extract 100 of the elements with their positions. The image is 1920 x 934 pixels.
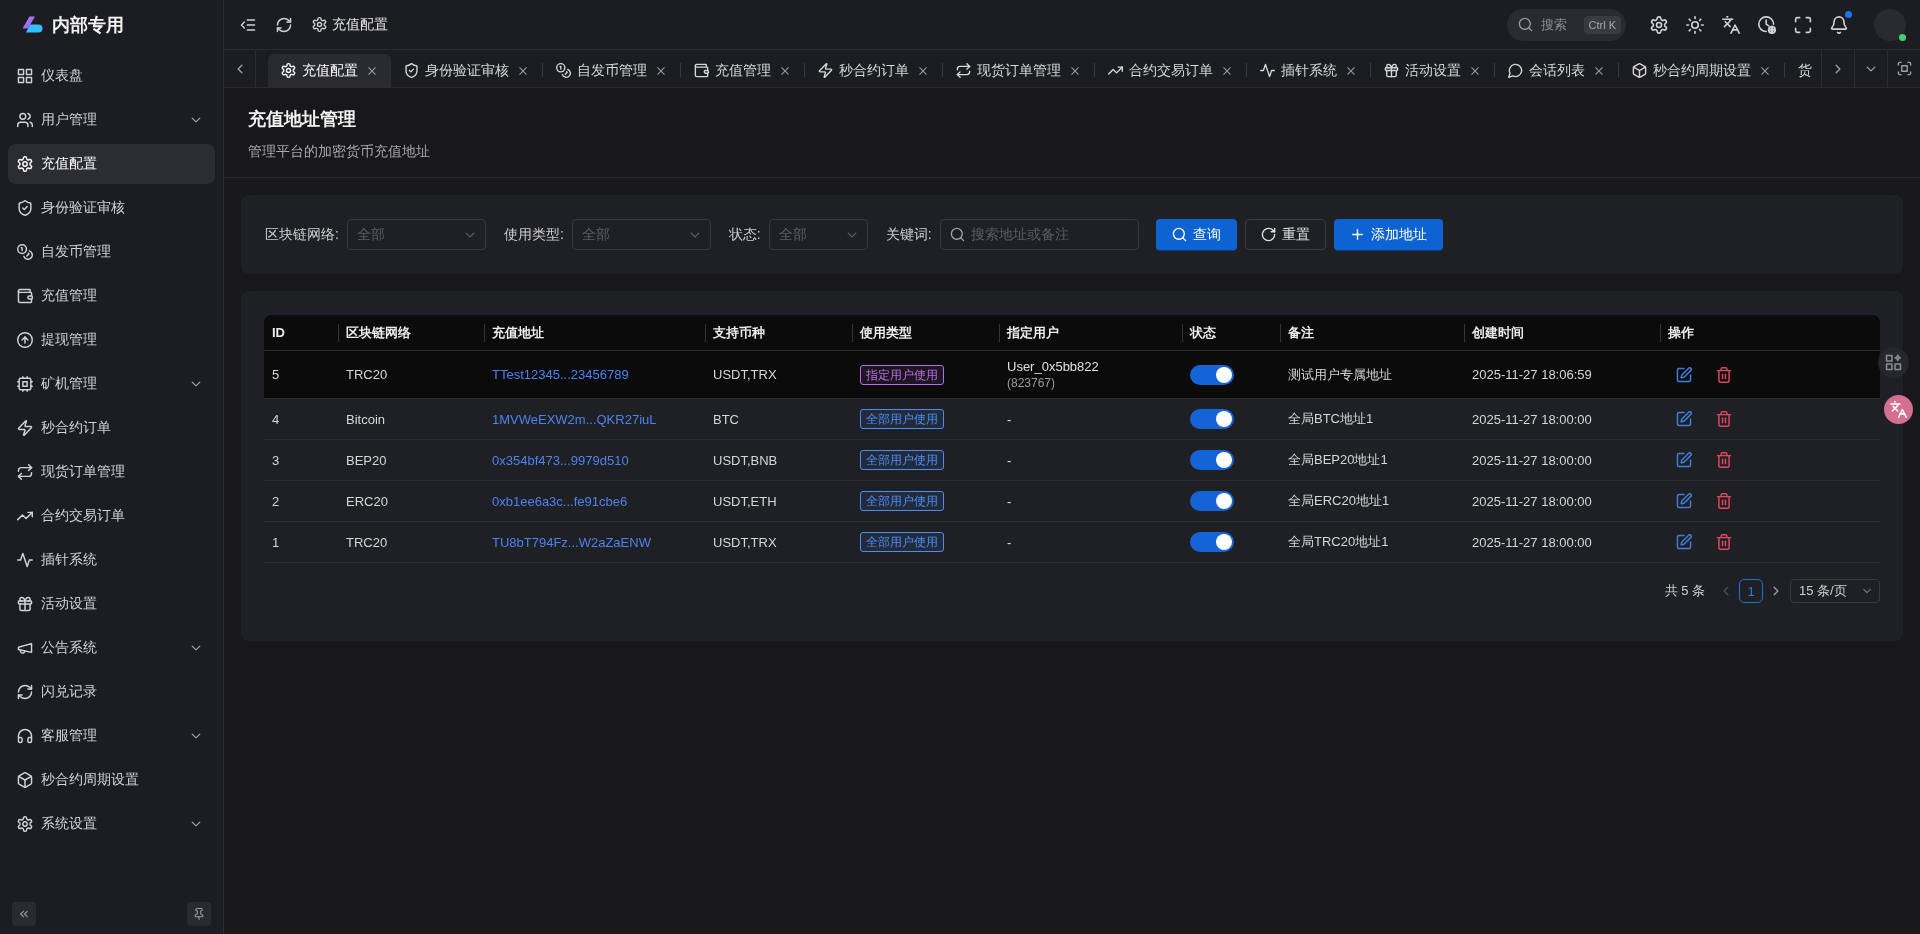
filter-label: 关键词: <box>885 225 932 244</box>
close-icon[interactable] <box>1469 64 1481 77</box>
avatar[interactable] <box>1874 8 1906 41</box>
column-header: 创建时间 <box>1464 323 1660 342</box>
usage-tag: 全部用户使用 <box>860 450 944 470</box>
status-toggle[interactable] <box>1190 532 1234 552</box>
sidebar-item[interactable]: 提现管理 <box>8 320 215 360</box>
sidebar-item[interactable]: 插针系统 <box>8 540 215 580</box>
close-icon[interactable] <box>1759 64 1771 77</box>
tab[interactable]: 充值配置 <box>268 54 391 87</box>
tab[interactable]: 自发币管理 <box>543 54 680 87</box>
tab[interactable]: 插针系统 <box>1247 54 1370 87</box>
coins-icon <box>556 63 571 78</box>
close-icon[interactable] <box>655 64 667 77</box>
column-header: 区块链网络 <box>338 323 484 342</box>
table-cell-text: USDT,TRX <box>712 367 778 382</box>
bell-icon[interactable] <box>1830 15 1848 34</box>
gear-icon <box>17 156 33 172</box>
sun-icon[interactable] <box>1686 15 1704 34</box>
table-cell-text: 2 <box>271 493 281 509</box>
address-link[interactable]: TU8bT794Fz...W2aZaENW <box>492 534 651 550</box>
sidebar-item[interactable]: 活动设置 <box>8 584 215 624</box>
table-cell: - <box>1007 410 1012 428</box>
lightning-icon <box>17 420 33 436</box>
pin-button[interactable] <box>187 902 211 926</box>
address-link[interactable]: 1MVWeEXW2m...QKR27iuL <box>492 411 657 427</box>
address-link[interactable]: 0x354bf473...9979d510 <box>492 452 629 468</box>
column-header: ID <box>271 325 286 340</box>
column-header: 备注 <box>1280 323 1464 342</box>
close-icon[interactable] <box>517 64 529 77</box>
sidebar-item[interactable]: 充值管理 <box>8 276 215 316</box>
tab[interactable]: 秒合约订单 <box>805 54 942 87</box>
sidebar-item[interactable]: 公告系统 <box>8 628 215 668</box>
sidebar-item[interactable]: 系统设置 <box>8 804 215 844</box>
sidebar-item[interactable]: 用户管理 <box>8 100 215 140</box>
fullscreen-icon[interactable] <box>1794 15 1812 34</box>
tab[interactable]: 活动设置 <box>1371 54 1494 87</box>
search-field[interactable]: 搜索 Ctrl K <box>1507 8 1626 41</box>
tab[interactable]: 合约交易订单 <box>1095 54 1246 87</box>
sidebar-item[interactable]: 充值配置 <box>8 144 215 184</box>
table-cell-text: 全局BTC地址1 <box>1287 410 1375 428</box>
column-header: 支持币种 <box>705 323 852 342</box>
status-toggle[interactable] <box>1190 450 1234 470</box>
sidebar-item[interactable]: 仪表盘 <box>8 56 215 96</box>
close-icon[interactable] <box>779 64 791 77</box>
clock-globe-icon[interactable] <box>1758 15 1776 34</box>
menu-icon[interactable] <box>240 16 256 33</box>
close-icon[interactable] <box>366 64 378 77</box>
status-toggle[interactable] <box>1190 491 1234 511</box>
settings-icon[interactable] <box>1650 15 1668 34</box>
collapse-button[interactable] <box>12 902 36 926</box>
table-cell-text: 2025-11-27 18:00:00 <box>1471 534 1593 550</box>
tab[interactable]: 身份验证审核 <box>391 54 542 87</box>
shortcut-key: Ctrl K <box>1583 15 1621 34</box>
trash-icon <box>1716 534 1732 550</box>
close-icon[interactable] <box>1345 64 1357 77</box>
sidebar-item[interactable]: 秒合约周期设置 <box>8 760 215 800</box>
table-cell-text: 2025-11-27 18:00:00 <box>1471 452 1593 468</box>
column-header: 指定用户 <box>999 323 1182 342</box>
table-cell-text: 5 <box>271 367 281 382</box>
tab[interactable]: 现货订单管理 <box>943 54 1094 87</box>
page-size-select[interactable]: 15 条/页 <box>1790 579 1880 603</box>
trash-icon <box>1716 411 1732 427</box>
trash-icon <box>1716 366 1732 383</box>
usage-tag: 全部用户使用 <box>860 409 944 429</box>
sidebar-item[interactable]: 矿机管理 <box>8 364 215 404</box>
query-button[interactable]: 查询 <box>1155 219 1237 250</box>
add-button[interactable]: 添加地址 <box>1333 219 1443 250</box>
gift-icon <box>1384 63 1399 78</box>
close-icon[interactable] <box>1221 64 1233 77</box>
tab[interactable]: 会话列表 <box>1495 54 1618 87</box>
refresh-icon[interactable] <box>276 16 292 33</box>
cube-icon <box>1632 63 1647 78</box>
close-icon[interactable] <box>1593 64 1605 77</box>
tab[interactable]: 货 <box>1785 54 1816 87</box>
address-link[interactable]: TTest12345...23456789 <box>492 367 629 382</box>
column-header: 操作 <box>1660 323 1881 342</box>
status-toggle[interactable] <box>1190 364 1234 385</box>
address-link[interactable]: 0xb1ee6a3c...fe91cbe6 <box>492 493 628 509</box>
reset-button[interactable]: 重置 <box>1244 219 1326 250</box>
close-icon[interactable] <box>917 64 929 77</box>
sidebar-item[interactable]: 现货订单管理 <box>8 452 215 492</box>
sidebar-item[interactable]: 客服管理 <box>8 716 215 756</box>
sidebar-item[interactable]: 闪兑记录 <box>8 672 215 712</box>
usage-tag: 指定用户使用 <box>860 364 944 385</box>
sidebar-item[interactable]: 秒合约订单 <box>8 408 215 448</box>
translate-icon[interactable] <box>1722 15 1740 34</box>
tab[interactable]: 充值管理 <box>681 54 804 87</box>
sidebar-item[interactable]: 身份验证审核 <box>8 188 215 228</box>
close-icon[interactable] <box>1069 64 1081 77</box>
page-subtitle: 管理平台的加密货币充值地址 <box>248 142 431 161</box>
page-button[interactable]: 1 <box>1739 579 1763 603</box>
status-toggle[interactable] <box>1190 409 1234 429</box>
grid-icon <box>17 68 33 84</box>
sidebar-item[interactable]: 合约交易订单 <box>8 496 215 536</box>
table-cell-text: 3 <box>271 452 281 468</box>
sidebar-item[interactable]: 自发币管理 <box>8 232 215 272</box>
pulse-line-icon <box>17 552 33 568</box>
search-icon <box>949 227 965 242</box>
tab[interactable]: 秒合约周期设置 <box>1619 54 1784 87</box>
